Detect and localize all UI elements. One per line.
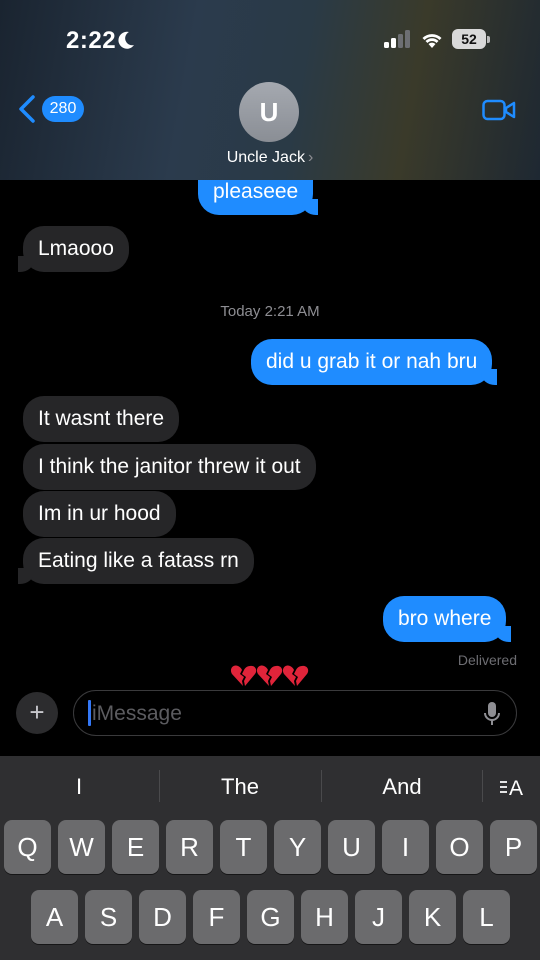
message-incoming[interactable]: It wasnt there [23, 396, 180, 442]
message-text: Im in ur hood [38, 502, 161, 525]
avatar[interactable]: U [239, 82, 299, 142]
video-call-icon[interactable] [482, 98, 516, 122]
keyboard: I The And A Q W E R T Y U I O P A S D F … [0, 756, 540, 960]
message-text: Lmaooo [38, 237, 114, 260]
key-f[interactable]: F [193, 890, 240, 944]
contact-name[interactable]: Uncle Jack › [0, 149, 540, 167]
status-bar: 2:22 52 [0, 0, 540, 80]
key-g[interactable]: G [247, 890, 294, 944]
suggestion-1[interactable]: I [0, 772, 158, 802]
key-l[interactable]: L [463, 890, 510, 944]
message-text: did u grab it or nah bru [266, 350, 478, 373]
broken-heart-icon [230, 665, 309, 686]
battery-icon: 52 [452, 29, 490, 49]
svg-text:A: A [509, 777, 523, 799]
key-u[interactable]: U [328, 820, 375, 874]
message-text: pleaseee [213, 180, 299, 203]
key-t[interactable]: T [220, 820, 267, 874]
suggestion-2[interactable]: The [160, 772, 320, 802]
message-outgoing[interactable]: bro where [383, 596, 512, 642]
message-incoming[interactable]: Eating like a fatass rn [18, 538, 254, 584]
message-text: It wasnt there [38, 407, 165, 430]
unread-count-badge[interactable]: 280 [42, 96, 84, 122]
key-r[interactable]: R [166, 820, 213, 874]
wifi-icon [422, 34, 442, 48]
message-outgoing[interactable]: did u grab it or nah bru [251, 339, 498, 385]
message-text: bro where [398, 607, 492, 630]
delivery-status: Delivered [457, 652, 517, 668]
back-icon[interactable] [16, 94, 38, 124]
message-incoming[interactable]: Im in ur hood [23, 491, 176, 537]
status-time: 2:22 [66, 27, 117, 54]
key-d[interactable]: D [139, 890, 186, 944]
message-incoming[interactable]: I think the janitor threw it out [23, 444, 316, 490]
message-text: I think the janitor threw it out [38, 455, 301, 478]
key-s[interactable]: S [85, 890, 132, 944]
conversation-header: 2:22 52 280 U Uncle Jack › [0, 0, 540, 180]
contact-name-label: Uncle Jack [226, 149, 305, 166]
message-incoming[interactable]: Lmaooo [18, 226, 129, 272]
add-attachment-button[interactable]: + [16, 692, 58, 734]
key-i[interactable]: I [382, 820, 429, 874]
message-timestamp: Today 2:21 AM [220, 303, 320, 320]
key-k[interactable]: K [409, 890, 456, 944]
key-j[interactable]: J [355, 890, 402, 944]
key-e[interactable]: E [112, 820, 159, 874]
suggestion-divider [482, 770, 483, 802]
key-a[interactable]: A [31, 890, 78, 944]
chevron-right-icon: › [307, 149, 314, 166]
key-y[interactable]: Y [274, 820, 321, 874]
suggestion-3[interactable]: And [322, 772, 482, 802]
key-w[interactable]: W [58, 820, 105, 874]
message-input-placeholder: iMessage [92, 702, 182, 725]
moon-icon [118, 31, 134, 49]
message-text: Eating like a fatass rn [38, 549, 239, 572]
key-o[interactable]: O [436, 820, 483, 874]
battery-level: 52 [452, 29, 486, 49]
text-format-icon[interactable]: A [498, 775, 528, 799]
key-p[interactable]: P [490, 820, 537, 874]
mic-icon[interactable] [484, 702, 500, 726]
text-caret [88, 700, 91, 726]
signal-icon [384, 30, 410, 48]
key-q[interactable]: Q [4, 820, 51, 874]
message-input[interactable]: iMessage [73, 690, 517, 736]
key-h[interactable]: H [301, 890, 348, 944]
